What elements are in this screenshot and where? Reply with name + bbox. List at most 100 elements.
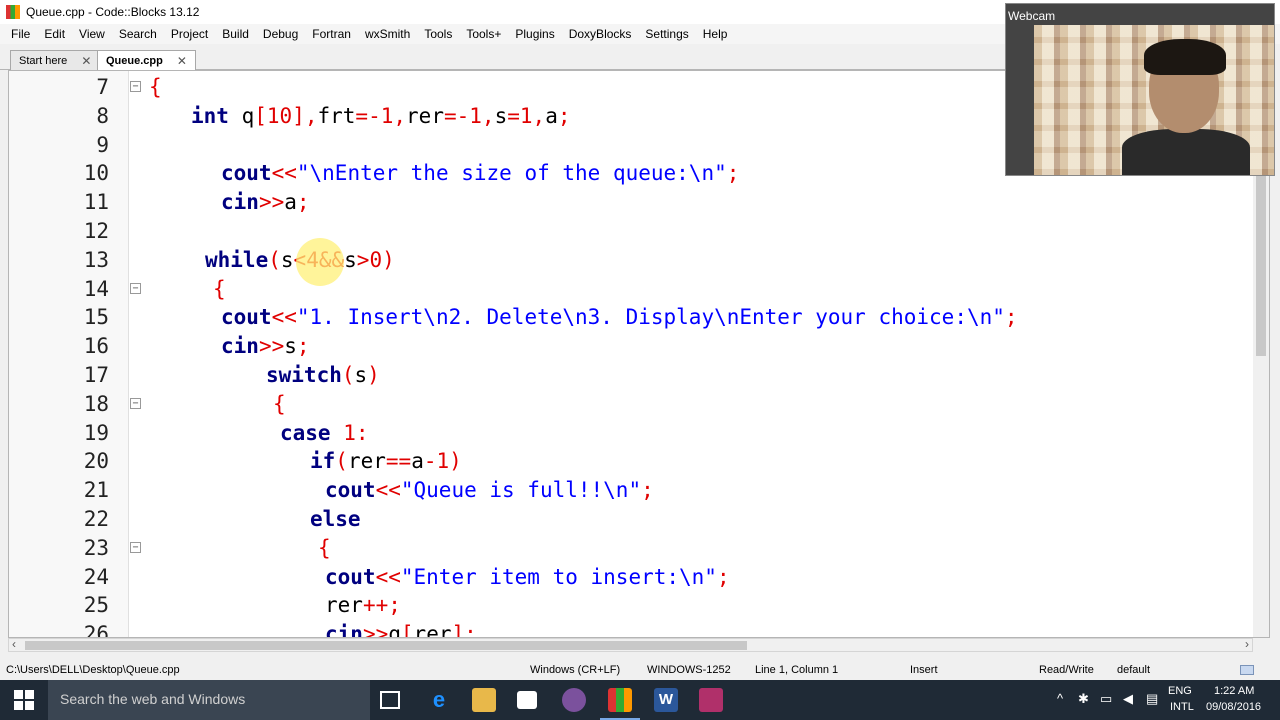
code-line[interactable]: 15 cout<<"1. Insert\n2. Delete\n3. Displa… (9, 303, 1254, 332)
word-icon[interactable]: W (654, 688, 678, 712)
camera-app-icon[interactable] (699, 688, 723, 712)
code-text[interactable]: { (273, 390, 286, 419)
chevron-up-icon[interactable]: ^ (1057, 691, 1063, 706)
code-line[interactable]: 22 else (9, 505, 1254, 534)
code-text[interactable]: rer++; (325, 591, 401, 620)
menu-view[interactable]: View (72, 24, 112, 44)
menu-settings[interactable]: Settings (638, 24, 695, 44)
code-token: if (310, 449, 336, 474)
edge-browser-icon[interactable]: e (427, 688, 451, 712)
fold-toggle-icon[interactable]: − (130, 397, 141, 409)
code-token: "Queue is full!!\n" (400, 478, 642, 503)
code-line[interactable]: 24 cout<<"Enter item to insert:\n"; (9, 563, 1254, 592)
code-text[interactable]: cout<<"1. Insert\n2. Delete\n3. Display\… (221, 303, 1018, 332)
code-text[interactable]: { (213, 275, 226, 304)
menu-plugins[interactable]: Plugins (508, 24, 561, 44)
horizontal-scrollbar[interactable]: ‹ › (8, 637, 1253, 652)
fold-toggle-icon[interactable]: − (130, 282, 141, 294)
menu-tools[interactable]: Tools (417, 24, 459, 44)
code-token: =- (355, 103, 381, 128)
code-text[interactable]: cout<<"\nEnter the size of the queue:\n"… (221, 159, 739, 188)
notification-icon[interactable]: ▤ (1146, 691, 1158, 707)
codeblocks-taskbar-icon[interactable] (608, 688, 632, 712)
code-line[interactable]: 14 − { (9, 275, 1254, 304)
code-token: ]; (451, 622, 477, 638)
task-view-icon[interactable] (380, 691, 400, 709)
fold-toggle-icon[interactable]: − (130, 81, 141, 92)
webcam-overlay: Webcam (1005, 3, 1275, 176)
code-token: == (385, 449, 412, 474)
code-token: ) (367, 363, 380, 387)
network-icon[interactable]: ✱ (1078, 691, 1089, 707)
viber-icon[interactable] (562, 688, 586, 712)
menu-wxsmith[interactable]: wxSmith (358, 24, 417, 44)
code-text[interactable]: switch(s) (266, 361, 380, 390)
code-line[interactable]: 17 switch(s) (9, 361, 1254, 390)
code-token: { (213, 276, 226, 301)
clock-date[interactable]: 09/08/2016 (1206, 701, 1261, 713)
tab-start-here[interactable]: Start here ✕ (10, 50, 101, 70)
code-line[interactable]: 26 cin>>q[rer]; (9, 620, 1254, 638)
code-token: ; (557, 103, 571, 128)
code-text[interactable]: cin>>a; (221, 188, 310, 217)
code-line[interactable]: 18 − { (9, 390, 1254, 419)
code-text[interactable]: int q[10],frt=-1,rer=-1,s=1,a; (191, 102, 571, 131)
code-token: rer (413, 622, 452, 638)
input-language[interactable]: ENG (1168, 685, 1192, 697)
code-text[interactable]: if(rer==a-1) (310, 447, 462, 476)
tab-queue-cpp[interactable]: Queue.cpp ✕ (97, 50, 196, 70)
menu-debug[interactable]: Debug (256, 24, 305, 44)
code-text[interactable]: { (318, 534, 331, 563)
file-explorer-icon[interactable] (472, 688, 496, 712)
menu-project[interactable]: Project (164, 24, 215, 44)
close-icon[interactable]: ✕ (177, 54, 187, 68)
code-token: 1 (519, 103, 533, 128)
menu-help[interactable]: Help (696, 24, 735, 44)
code-line[interactable]: 13while(s<4&&s>0) (9, 246, 1254, 275)
code-line[interactable]: 19 case 1: (9, 419, 1254, 448)
code-line[interactable]: 23 − { (9, 534, 1254, 563)
battery-icon[interactable]: ▭ (1100, 691, 1112, 707)
code-line[interactable]: 16 cin>>s; (9, 332, 1254, 361)
code-text[interactable]: cin>>s; (221, 332, 310, 361)
code-line[interactable]: 25 rer++; (9, 591, 1254, 620)
vertical-scroll-thumb[interactable] (1256, 176, 1266, 356)
store-icon[interactable] (517, 691, 537, 709)
keyboard-layout[interactable]: INTL (1170, 701, 1194, 713)
menu-tools-plus[interactable]: Tools+ (459, 24, 508, 44)
scroll-left-arrow-icon[interactable]: ‹ (12, 637, 16, 651)
close-icon[interactable]: ✕ (81, 54, 91, 68)
fold-toggle-icon[interactable]: − (130, 541, 141, 553)
volume-icon[interactable]: ◀ (1123, 691, 1133, 707)
code-text[interactable]: cin>>q[rer]; (325, 620, 477, 638)
menu-fortran[interactable]: Fortran (305, 24, 358, 44)
status-encoding: WINDOWS-1252 (647, 664, 731, 676)
code-token: { (273, 391, 286, 416)
code-line[interactable]: 11 cin>>a; (9, 188, 1254, 217)
code-text[interactable]: case 1: (280, 419, 369, 448)
code-line[interactable]: 21 cout<<"Queue is full!!\n"; (9, 476, 1254, 505)
code-text[interactable]: { (149, 73, 162, 102)
clock-time[interactable]: 1:22 AM (1214, 685, 1254, 697)
code-token: : (355, 420, 369, 445)
code-line[interactable]: 12 (9, 217, 1254, 246)
code-text[interactable]: else (310, 505, 361, 534)
code-text[interactable]: cout<<"Enter item to insert:\n"; (325, 563, 730, 592)
menu-build[interactable]: Build (215, 24, 256, 44)
menu-edit[interactable]: Edit (37, 24, 72, 44)
menu-doxyblocks[interactable]: DoxyBlocks (562, 24, 639, 44)
horizontal-scroll-thumb[interactable] (25, 641, 747, 650)
line-number: 20 (83, 449, 109, 474)
mouse-cursor-highlight (296, 238, 344, 286)
windows-start-icon[interactable] (14, 690, 34, 710)
code-token: ) (449, 449, 462, 474)
menu-file[interactable]: File (4, 24, 37, 44)
scroll-right-arrow-icon[interactable]: › (1245, 637, 1249, 651)
taskbar-search-box[interactable]: Search the web and Windows (48, 680, 370, 720)
code-token: 1 (436, 449, 450, 474)
menu-search[interactable]: Search (112, 24, 164, 44)
code-line[interactable]: 20 if(rer==a-1) (9, 447, 1254, 476)
code-text[interactable]: cout<<"Queue is full!!\n"; (325, 476, 654, 505)
code-token: 0 (369, 247, 383, 272)
